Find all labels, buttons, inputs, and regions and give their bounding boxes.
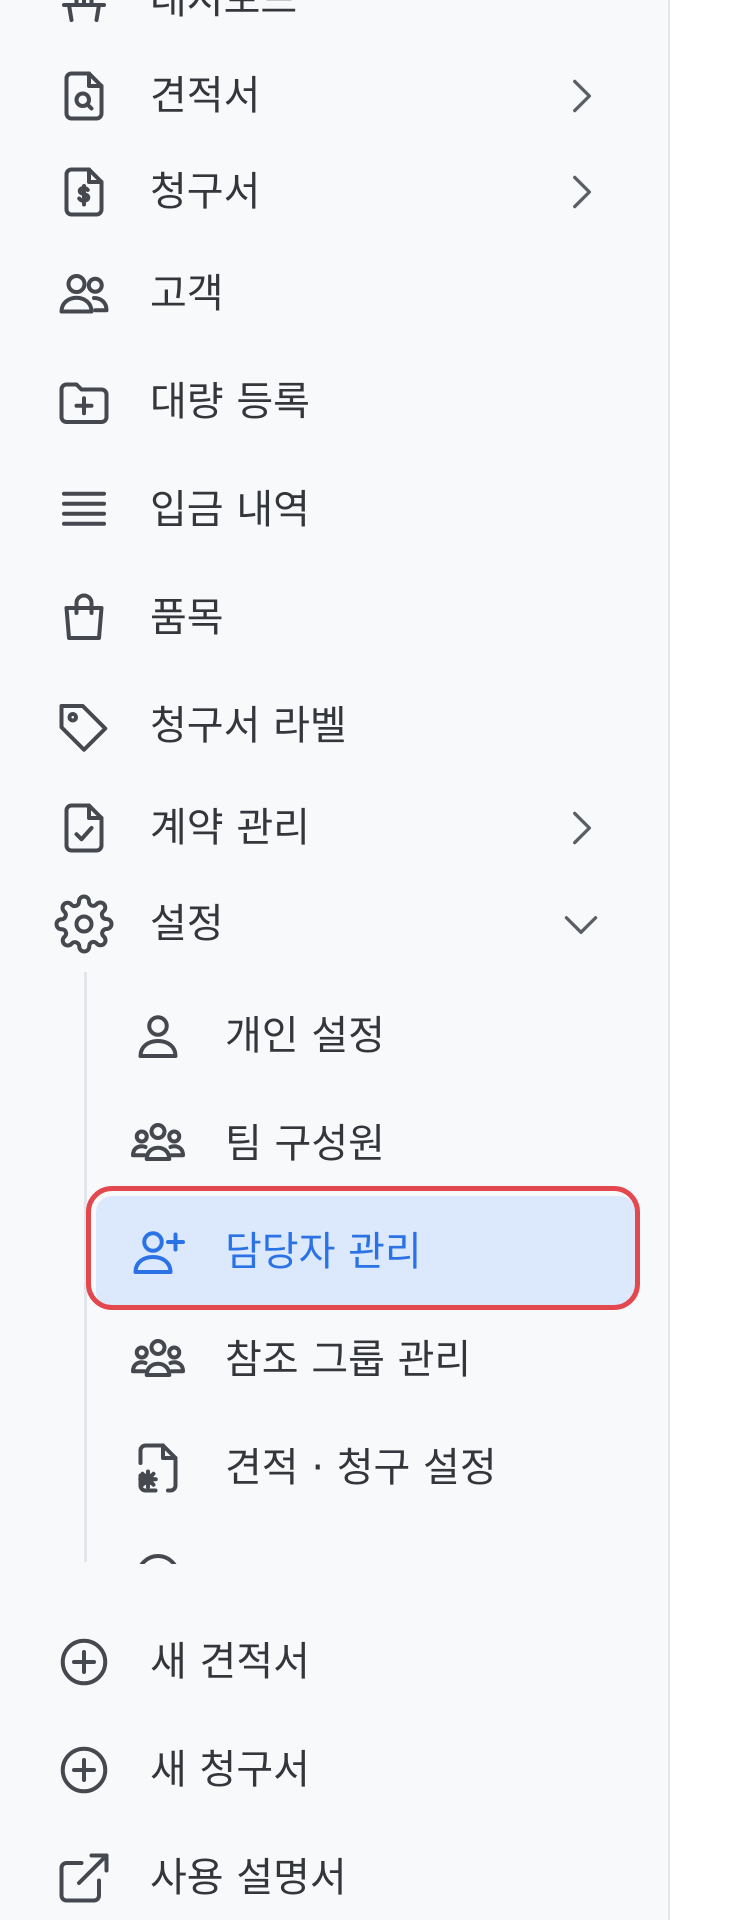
team-icon [128, 1114, 188, 1174]
sidebar-item-customers[interactable]: 고객 [0, 246, 668, 342]
sidebar-item-label: 팀 구성원 [225, 1121, 385, 1167]
gear-icon [54, 894, 114, 954]
new-estimate-button[interactable]: 새 견적서 [0, 1614, 668, 1710]
sidebar-item-label: 계약 관리 [150, 805, 310, 851]
external-link-icon [54, 1848, 114, 1908]
sidebar-subitem-clipped [0, 1528, 668, 1564]
new-invoice-label: 새 청구서 [150, 1747, 310, 1793]
user-guide-label: 사용 설명서 [150, 1855, 347, 1901]
sidebar-item-label: 대시보드 [150, 0, 298, 23]
sidebar-item-label: 품목 [150, 595, 224, 641]
list-icon [54, 480, 114, 540]
shopping-bag-icon [54, 588, 114, 648]
sidebar-item-label: 견적서 [150, 73, 261, 119]
sidebar-subitem-team-members[interactable]: 팀 구성원 [0, 1096, 668, 1192]
sidebar-item-label: 견적 · 청구 설정 [225, 1445, 497, 1491]
users-icon [54, 264, 114, 324]
sidebar-item-label: 개인 설정 [225, 1013, 385, 1059]
user-guide-link[interactable]: 사용 설명서 [0, 1830, 668, 1920]
clipped-icon [128, 1546, 188, 1564]
new-estimate-label: 새 견적서 [150, 1639, 310, 1685]
document-gear-icon [128, 1438, 188, 1498]
chevron-right-icon[interactable] [556, 803, 606, 853]
sidebar-subitem-estimate-invoice-settings[interactable]: 견적 · 청구 설정 [0, 1420, 668, 1516]
sidebar-item-label: 참조 그룹 관리 [225, 1337, 472, 1383]
plus-circle-icon [54, 1740, 114, 1800]
chevron-down-icon[interactable] [556, 899, 606, 949]
plus-circle-icon [54, 1632, 114, 1692]
sidebar-item-label: 대량 등록 [150, 379, 310, 425]
tag-icon [54, 696, 114, 756]
sidebar-item-estimates[interactable]: 견적서 [0, 48, 668, 144]
selection-ring [86, 1186, 640, 1310]
sidebar-subitem-reference-groups[interactable]: 참조 그룹 관리 [0, 1312, 668, 1408]
folder-plus-icon [54, 372, 114, 432]
dollar-document-icon [54, 162, 114, 222]
sidebar-item-dashboard[interactable]: 대시보드 [0, 0, 668, 48]
user-icon [128, 1006, 188, 1066]
sidebar-item-invoices[interactable]: 청구서 [0, 144, 668, 240]
document-check-icon [54, 798, 114, 858]
sidebar-item-bulk-register[interactable]: 대량 등록 [0, 354, 668, 450]
sidebar-item-label: 청구서 라벨 [150, 703, 347, 749]
sidebar-item-invoice-labels[interactable]: 청구서 라벨 [0, 678, 668, 774]
sidebar-nav: 대시보드 견적서 청구서 고객 대량 등록 입금 내역 품목 청구서 라벨 계약… [0, 0, 670, 1920]
sidebar-item-products[interactable]: 품목 [0, 570, 668, 666]
sidebar-subitem-personal-settings[interactable]: 개인 설정 [0, 988, 668, 1084]
sidebar-item-label: 고객 [150, 271, 224, 317]
sidebar-item-contracts[interactable]: 계약 관리 [0, 780, 668, 876]
chevron-right-icon[interactable] [556, 71, 606, 121]
sidebar-item-label: 청구서 [150, 169, 261, 215]
new-invoice-button[interactable]: 새 청구서 [0, 1722, 668, 1818]
sidebar-item-deposit-history[interactable]: 입금 내역 [0, 462, 668, 558]
search-document-icon [54, 66, 114, 126]
sidebar-item-label: 입금 내역 [150, 487, 310, 533]
sidebar-item-label: 설정 [150, 901, 224, 947]
chart-icon [54, 0, 114, 30]
team-icon [128, 1330, 188, 1390]
sidebar-item-settings[interactable]: 설정 [0, 876, 668, 972]
chevron-right-icon[interactable] [556, 167, 606, 217]
